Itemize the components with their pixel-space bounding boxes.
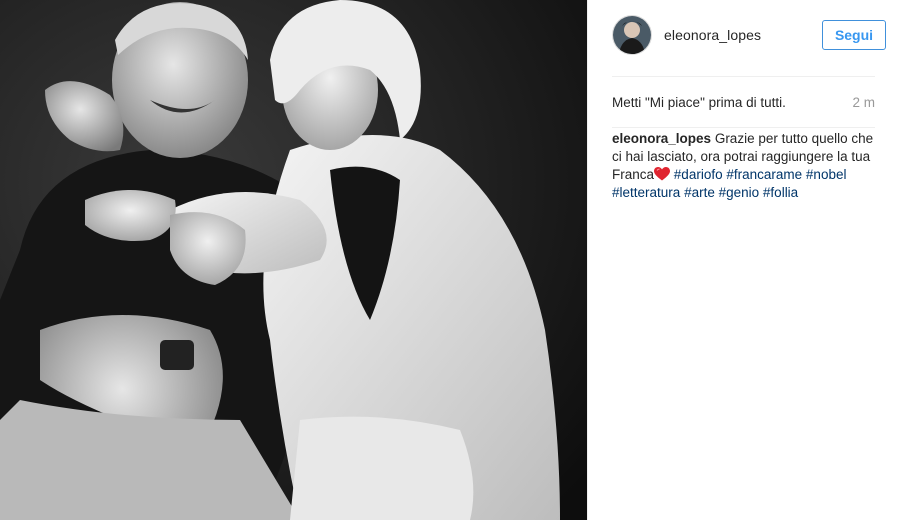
hashtag-link[interactable]: #follia: [763, 185, 798, 200]
likes-row: Metti "Mi piace" prima di tutti. 2 m: [612, 93, 875, 111]
follow-button[interactable]: Segui: [822, 20, 886, 50]
post-photo[interactable]: [0, 0, 587, 520]
avatar[interactable]: [612, 15, 652, 55]
likes-prompt: Metti "Mi piace" prima di tutti.: [612, 94, 786, 110]
hashtag-link[interactable]: #genio: [719, 185, 760, 200]
hashtag-link[interactable]: #letteratura: [612, 185, 680, 200]
hashtag-link[interactable]: #dariofo: [674, 167, 723, 182]
post-timestamp[interactable]: 2 m: [852, 95, 875, 110]
post-sidebar: eleonora_lopes Segui Metti "Mi piace" pr…: [587, 0, 899, 520]
hashtag-link[interactable]: #arte: [684, 185, 715, 200]
divider: [612, 127, 875, 128]
hashtag-link[interactable]: #francarame: [726, 167, 802, 182]
caption-author[interactable]: eleonora_lopes: [612, 131, 711, 146]
divider: [612, 76, 875, 77]
photo-illustration: [0, 0, 587, 520]
header-username[interactable]: eleonora_lopes: [664, 27, 822, 43]
post-caption: eleonora_lopes Grazie per tutto quello c…: [612, 130, 885, 202]
heart-icon: [654, 167, 671, 181]
post-header: eleonora_lopes Segui: [588, 0, 899, 70]
hashtag-link[interactable]: #nobel: [806, 167, 847, 182]
avatar-image: [613, 16, 651, 54]
